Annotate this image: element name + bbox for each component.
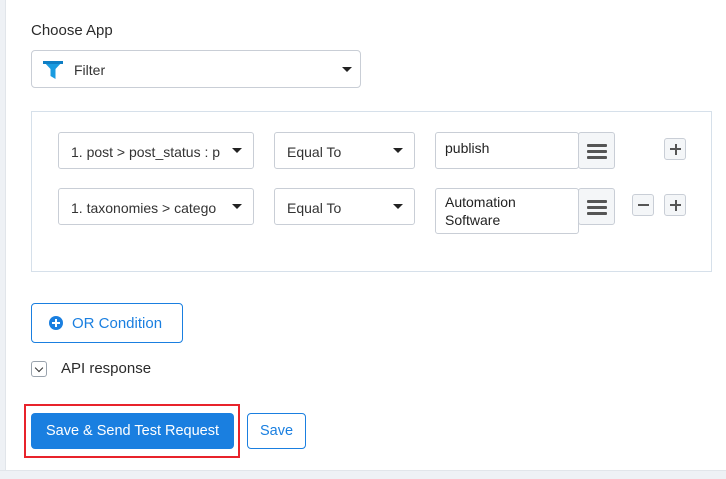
- chevron-down-icon: [34, 363, 44, 373]
- plus-icon-stem: [674, 199, 677, 211]
- save-and-send-test-request-button[interactable]: Save & Send Test Request: [31, 413, 234, 449]
- plus-icon-stem: [674, 143, 677, 155]
- api-response-toggle[interactable]: [31, 361, 47, 377]
- selected-app-name: Filter: [74, 62, 106, 78]
- condition-field-select[interactable]: 1. taxonomies > catego: [58, 188, 254, 225]
- hamburger-icon: [587, 144, 607, 147]
- condition-value-text: publish: [445, 140, 490, 156]
- condition-field-value: 1. post > post_status : p: [71, 144, 221, 160]
- condition-operator-value: Equal To: [287, 144, 342, 160]
- or-condition-button[interactable]: OR Condition: [31, 303, 183, 343]
- panel-left-edge: [0, 0, 6, 479]
- condition-operator-select[interactable]: Equal To: [274, 132, 415, 169]
- add-condition-button[interactable]: [664, 194, 686, 216]
- filter-conditions-panel: 1. post > post_status : p Equal To publi…: [31, 111, 712, 272]
- condition-field-select[interactable]: 1. post > post_status : p: [58, 132, 254, 169]
- value-options-button[interactable]: [578, 132, 615, 169]
- hamburger-icon-bar: [587, 156, 607, 159]
- plus-circle-icon: [49, 316, 63, 330]
- or-condition-label: OR Condition: [72, 315, 163, 332]
- chevron-down-icon: [393, 148, 403, 153]
- remove-condition-button[interactable]: [632, 194, 654, 216]
- hamburger-icon-bar: [587, 150, 607, 153]
- hamburger-icon-bar: [587, 212, 607, 215]
- chevron-down-icon: [342, 67, 352, 72]
- add-condition-button[interactable]: [664, 138, 686, 160]
- minus-icon: [638, 204, 649, 206]
- condition-field-value: 1. taxonomies > catego: [71, 200, 217, 216]
- choose-app-label: Choose App: [31, 22, 113, 39]
- value-options-button[interactable]: [578, 188, 615, 225]
- save-button[interactable]: Save: [247, 413, 306, 449]
- condition-value-input[interactable]: publish: [435, 132, 579, 169]
- condition-value-line: Software: [445, 212, 501, 228]
- condition-value-input[interactable]: Automation Software: [435, 188, 579, 234]
- api-response-label: API response: [61, 360, 152, 377]
- chevron-down-icon: [393, 204, 403, 209]
- hamburger-icon: [587, 200, 607, 203]
- chevron-down-icon: [232, 148, 242, 153]
- hamburger-icon-bar: [587, 206, 607, 209]
- chevron-down-icon: [232, 204, 242, 209]
- panel-bottom-edge: [0, 470, 726, 479]
- choose-app-select[interactable]: Filter: [31, 50, 361, 88]
- condition-operator-select[interactable]: Equal To: [274, 188, 415, 225]
- condition-value-line: Automation: [445, 194, 516, 210]
- condition-operator-value: Equal To: [287, 200, 342, 216]
- funnel-icon: [43, 61, 63, 79]
